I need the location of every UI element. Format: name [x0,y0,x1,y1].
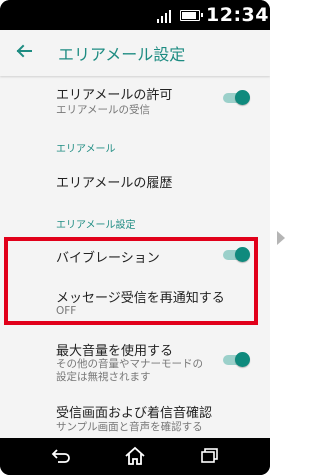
nav-home-icon[interactable] [123,446,147,466]
setting-area-mail-history[interactable]: エリアメールの履歴 [0,160,270,198]
setting-subtitle: 設定は無視されます [56,371,151,383]
battery-icon [180,10,203,21]
nav-recents-icon[interactable] [198,446,222,466]
toggle-knob [235,247,250,262]
max-volume-toggle[interactable] [223,352,250,368]
status-time: 12:34 [206,4,269,26]
allow-toggle[interactable] [223,90,250,106]
setting-title: メッセージ受信を再通知する [56,291,225,306]
vibration-toggle[interactable] [223,247,250,263]
section-header-area-mail: エリアメール [56,144,116,155]
phone-frame: 12:34 エリアメール設定 エリアメールの許可 エリアメールの受信 エリアメー… [0,0,270,475]
nav-back-icon[interactable] [49,446,73,466]
section-header-area-mail-settings: エリアメール設定 [56,220,136,231]
setting-title: エリアメールの許可 [56,88,173,103]
setting-subtitle: OFF [56,305,77,317]
settings-screen: エリアメール設定 エリアメールの許可 エリアメールの受信 エリアメール エリアメ… [0,30,270,438]
setting-title: バイブレーション [56,251,160,266]
page-title: エリアメール設定 [58,45,186,64]
app-bar: エリアメール設定 [0,30,270,76]
setting-area-mail-allow[interactable]: エリアメールの許可 エリアメールの受信 [0,76,270,126]
next-step-arrow-icon [277,231,285,245]
status-bar: 12:34 [0,0,270,30]
toggle-knob [235,90,250,105]
setting-confirm-screen[interactable]: 受信画面および着信音確認 サンプル画面と音声を確認する [0,394,270,438]
setting-title: エリアメールの履歴 [56,176,173,191]
setting-subtitle: エリアメールの受信 [56,104,150,116]
back-arrow-icon[interactable] [14,41,34,61]
signal-bars-icon [157,9,173,23]
navigation-bar [0,438,270,475]
setting-renotify[interactable]: メッセージ受信を再通知する OFF [0,273,270,333]
setting-vibration[interactable]: バイブレーション [0,236,270,272]
setting-max-volume[interactable]: 最大音量を使用する その他の音量やマナーモードの 設定は無視されます [0,334,270,390]
setting-subtitle: サンプル画面と音声を確認する [56,421,203,433]
toggle-knob [235,352,250,367]
